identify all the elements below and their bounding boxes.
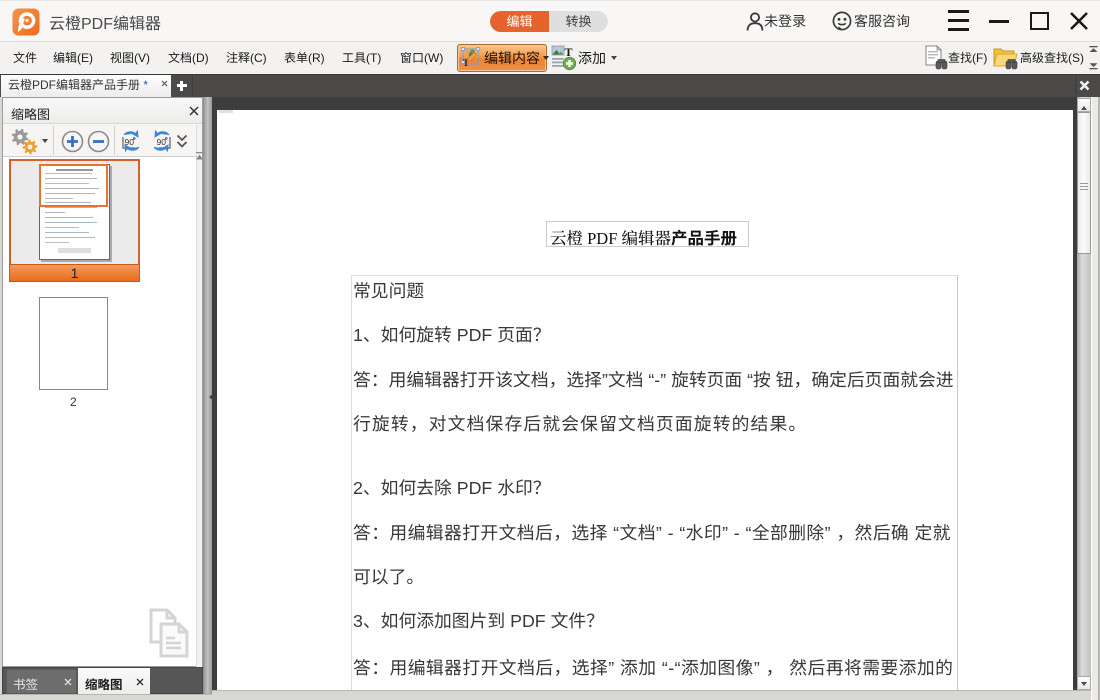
svg-text:90: 90	[157, 137, 167, 147]
svg-text:T: T	[565, 45, 573, 59]
